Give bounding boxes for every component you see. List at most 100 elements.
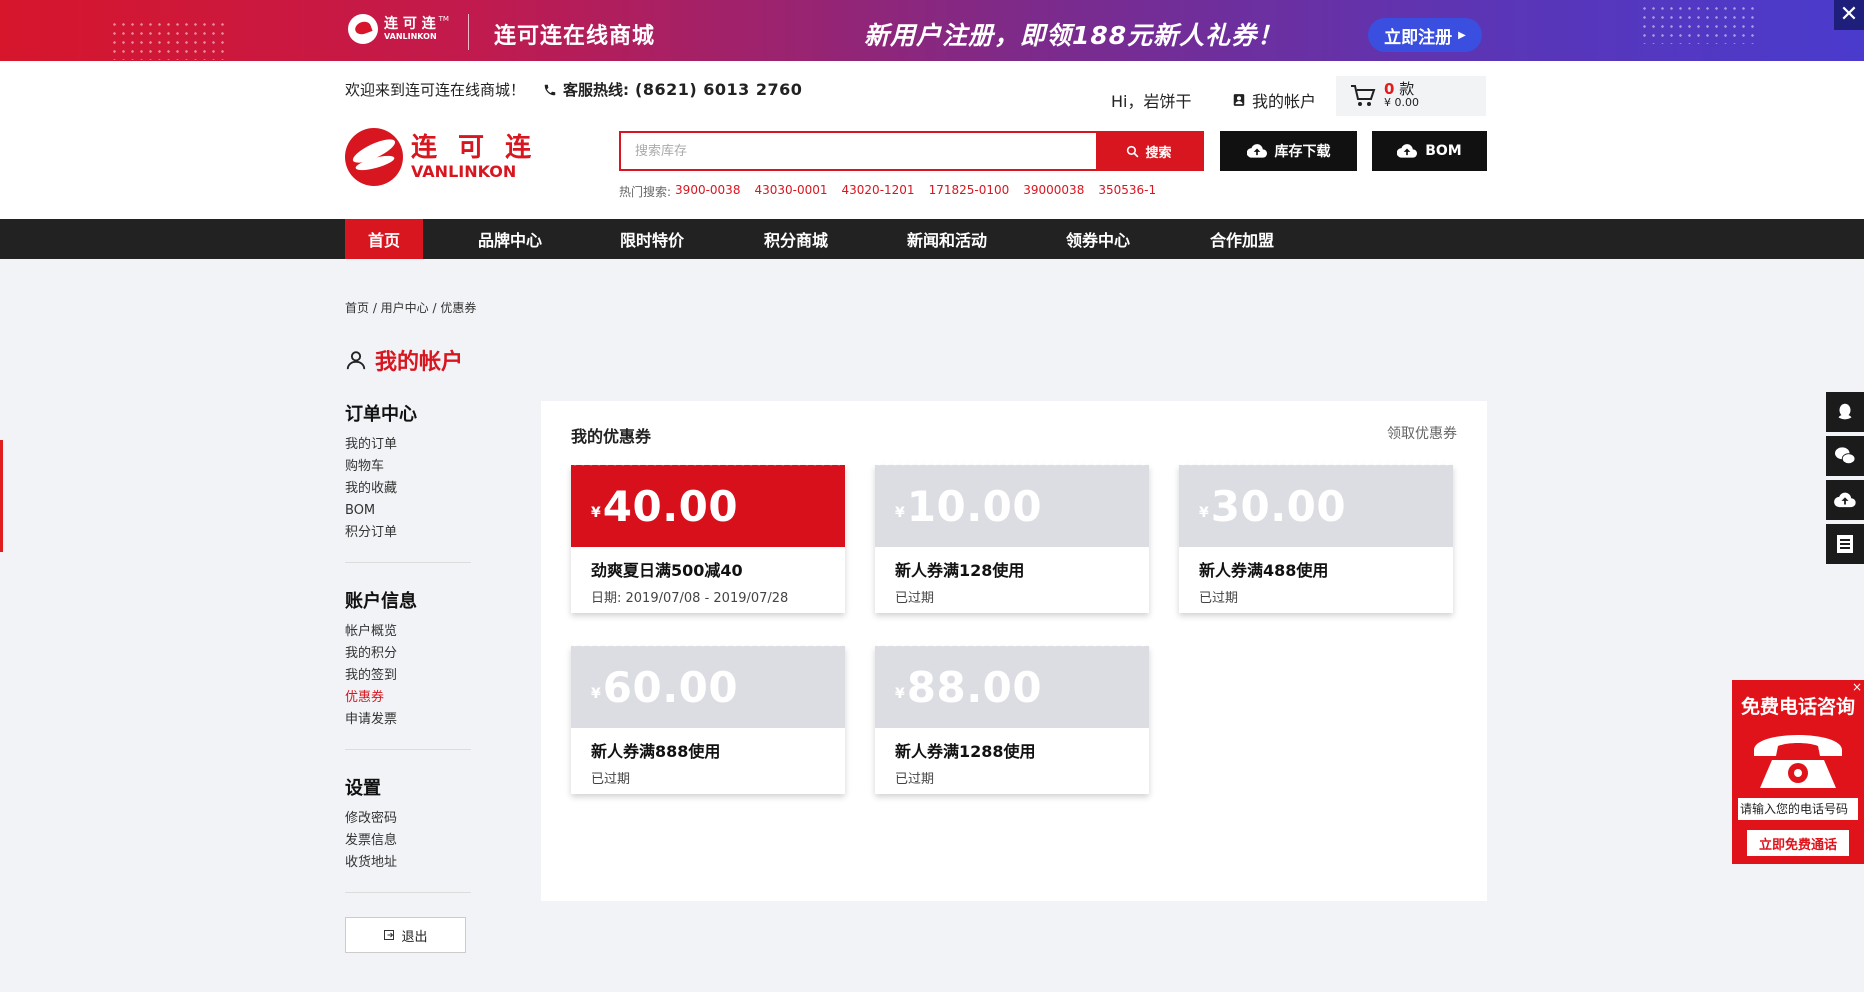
page-title: 我的帐户 bbox=[345, 344, 463, 376]
floating-toolbar bbox=[1826, 392, 1864, 568]
coupon-value: ¥ 30.00 bbox=[1179, 462, 1453, 547]
panel-title: 我的优惠券 bbox=[571, 427, 652, 446]
sidebar-item-points-orders[interactable]: 积分订单 bbox=[345, 522, 471, 544]
hot-keyword[interactable]: 350536-1 bbox=[1098, 183, 1156, 200]
upload-button[interactable] bbox=[1826, 480, 1864, 520]
coupon-amount: 60.00 bbox=[602, 662, 739, 712]
cart-summary[interactable]: 0 款 ¥ 0.00 bbox=[1336, 76, 1486, 116]
hot-keyword[interactable]: 39000038 bbox=[1023, 183, 1084, 200]
search-button[interactable]: 搜索 bbox=[1096, 133, 1202, 169]
bom-button[interactable]: BOM bbox=[1372, 131, 1487, 171]
sidebar-group-title: 账户信息 bbox=[345, 591, 417, 612]
coupon-amount: 30.00 bbox=[1210, 481, 1347, 531]
coupon-card[interactable]: ¥ 60.00 新人券满888使用 已过期 bbox=[571, 643, 845, 794]
search-icon bbox=[1127, 145, 1139, 157]
nav-coupon-center[interactable]: 领券中心 bbox=[1050, 219, 1146, 259]
coupon-value: ¥ 40.00 bbox=[571, 462, 845, 547]
cloud-upload-icon bbox=[1246, 144, 1267, 158]
coupon-card[interactable]: ¥ 30.00 新人券满488使用 已过期 bbox=[1179, 462, 1453, 613]
promo-logo-en: VANLINKON bbox=[384, 32, 437, 41]
nav-partnership[interactable]: 合作加盟 bbox=[1194, 219, 1290, 259]
phone-icon bbox=[544, 84, 556, 95]
hot-search-label: 热门搜索: bbox=[619, 185, 672, 199]
sidebar-item-my-points[interactable]: 我的积分 bbox=[345, 643, 471, 665]
banner-decoration bbox=[1640, 4, 1760, 44]
cloud-upload-icon bbox=[1397, 144, 1418, 158]
coupon-amount: 10.00 bbox=[906, 481, 1043, 531]
sidebar-item-invoice-request[interactable]: 申请发票 bbox=[345, 709, 471, 731]
coupon-currency: ¥ bbox=[591, 505, 601, 521]
coupon-value: ¥ 60.00 bbox=[571, 643, 845, 728]
promo-slogan: 新用户注册，即领188元新人礼券！ bbox=[864, 21, 1284, 50]
coupon-currency: ¥ bbox=[1199, 505, 1209, 521]
sidebar-item-my-orders[interactable]: 我的订单 bbox=[345, 434, 471, 456]
nav-news-events[interactable]: 新闻和活动 bbox=[893, 219, 1001, 259]
user-greeting: Hi，岩饼干 bbox=[1111, 92, 1192, 111]
qq-button[interactable] bbox=[1826, 392, 1864, 432]
search-bar: 搜索 bbox=[619, 131, 1204, 171]
side-edge-tab[interactable] bbox=[0, 440, 3, 552]
sidebar-item-addresses[interactable]: 收货地址 bbox=[345, 852, 471, 874]
promo-logo-tm: TM bbox=[438, 15, 449, 23]
logo-en: VANLINKON bbox=[411, 162, 517, 181]
promo-divider bbox=[468, 14, 469, 50]
account-sidebar: 订单中心 我的订单 购物车 我的收藏 BOM 积分订单 账户信息 帐户概览 我的… bbox=[345, 400, 471, 953]
promo-register-label: 立即注册 bbox=[1384, 27, 1453, 48]
coupon-card[interactable]: ¥ 88.00 新人券满1288使用 已过期 bbox=[875, 643, 1149, 794]
sidebar-item-change-password[interactable]: 修改密码 bbox=[345, 808, 471, 830]
wechat-icon bbox=[1835, 447, 1856, 465]
my-account-link[interactable]: 我的帐户 bbox=[1232, 88, 1316, 112]
phone-number-input[interactable] bbox=[1738, 798, 1858, 820]
sidebar-item-check-in[interactable]: 我的签到 bbox=[345, 665, 471, 687]
promo-register-button[interactable]: 立即注册 ▶ bbox=[1368, 18, 1482, 52]
hot-keyword[interactable]: 171825-0100 bbox=[929, 183, 1010, 200]
promo-logo-cn: 连 可 连 bbox=[384, 16, 436, 32]
free-call-widget: × 免费电话咨询 立即免费通话 bbox=[1732, 680, 1864, 864]
coupon-name: 新人券满888使用 bbox=[591, 742, 721, 761]
free-call-button[interactable]: 立即免费通话 bbox=[1747, 830, 1849, 856]
main-nav: 首页 品牌中心 限时特价 积分商城 新闻和活动 领券中心 合作加盟 bbox=[0, 219, 1864, 259]
my-account-label: 我的帐户 bbox=[1252, 92, 1317, 111]
coupon-name: 新人券满128使用 bbox=[895, 561, 1025, 580]
hot-keyword[interactable]: 43020-1201 bbox=[842, 183, 915, 200]
wechat-button[interactable] bbox=[1826, 436, 1864, 476]
promo-logo: 连 可 连 VANLINKON TM bbox=[348, 14, 449, 44]
logout-icon bbox=[384, 930, 395, 940]
logout-button[interactable]: 退出 bbox=[345, 917, 466, 953]
search-input[interactable] bbox=[621, 133, 1096, 169]
stock-download-button[interactable]: 库存下载 bbox=[1220, 131, 1357, 171]
sidebar-item-coupons[interactable]: 优惠券 bbox=[345, 687, 471, 709]
get-coupon-link[interactable]: 领取优惠券 bbox=[1387, 423, 1457, 443]
bom-button-label: BOM bbox=[1425, 143, 1462, 159]
nav-flash-sale[interactable]: 限时特价 bbox=[604, 219, 700, 259]
list-button[interactable] bbox=[1826, 524, 1864, 564]
sidebar-group-orders: 订单中心 我的订单 购物车 我的收藏 BOM 积分订单 bbox=[345, 400, 471, 563]
coupon-status: 已过期 bbox=[895, 772, 935, 787]
coupon-value: ¥ 88.00 bbox=[875, 643, 1149, 728]
hotline: 客服热线: (8621) 6013 2760 bbox=[543, 79, 802, 100]
hot-keyword[interactable]: 3900-0038 bbox=[675, 183, 740, 200]
nav-brand-center[interactable]: 品牌中心 bbox=[462, 219, 558, 259]
close-icon[interactable]: ✕ bbox=[1834, 0, 1864, 30]
site-logo[interactable]: 连 可 连 VANLINKON bbox=[345, 128, 537, 186]
breadcrumb: 首页 / 用户中心 / 优惠券 bbox=[345, 301, 477, 315]
coupon-currency: ¥ bbox=[895, 505, 905, 521]
play-arrow-icon: ▶ bbox=[1458, 29, 1466, 41]
nav-home[interactable]: 首页 bbox=[345, 219, 423, 259]
sidebar-item-overview[interactable]: 帐户概览 bbox=[345, 621, 471, 643]
list-icon bbox=[1837, 535, 1853, 553]
promo-banner[interactable]: 连 可 连 VANLINKON TM 连可连在线商城 新用户注册，即领188元新… bbox=[0, 0, 1864, 61]
coupon-card[interactable]: ¥ 10.00 新人券满128使用 已过期 bbox=[875, 462, 1149, 613]
sidebar-item-favorites[interactable]: 我的收藏 bbox=[345, 478, 471, 500]
sidebar-group-title: 订单中心 bbox=[345, 404, 417, 425]
sidebar-group-account: 账户信息 帐户概览 我的积分 我的签到 优惠券 申请发票 bbox=[345, 587, 471, 750]
coupon-card[interactable]: ¥ 40.00 劲爽夏日满500减40 日期: 2019/07/08 - 201… bbox=[571, 462, 845, 613]
sidebar-item-cart[interactable]: 购物车 bbox=[345, 456, 471, 478]
coupon-date: 日期: 2019/07/08 - 2019/07/28 bbox=[591, 591, 789, 606]
hot-keyword[interactable]: 43030-0001 bbox=[754, 183, 827, 200]
brand-emblem-icon bbox=[348, 14, 378, 44]
sidebar-item-invoice-info[interactable]: 发票信息 bbox=[345, 830, 471, 852]
hotline-label: 客服热线: bbox=[563, 81, 630, 99]
nav-points-mall[interactable]: 积分商城 bbox=[748, 219, 844, 259]
sidebar-item-bom[interactable]: BOM bbox=[345, 500, 471, 522]
